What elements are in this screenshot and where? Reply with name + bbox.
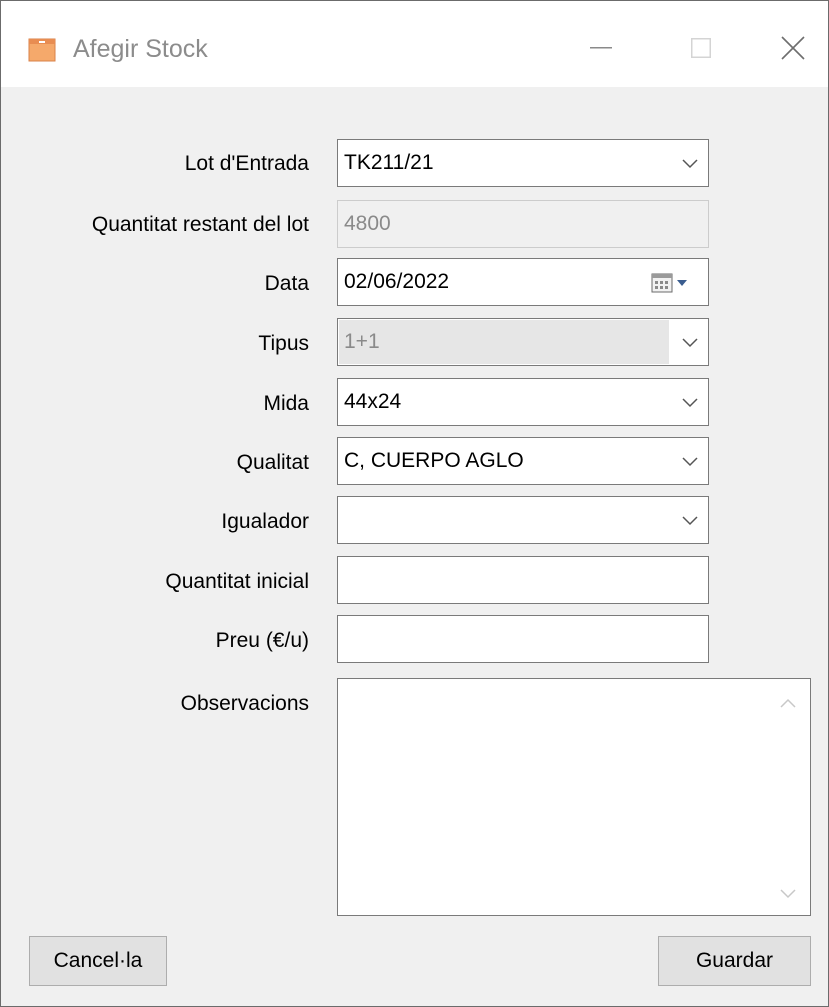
close-button[interactable] xyxy=(763,23,823,73)
observacions-label: Observacions xyxy=(180,692,309,715)
tipus-label: Tipus xyxy=(258,332,309,355)
scroll-down-icon[interactable] xyxy=(780,887,796,899)
minimize-button[interactable] xyxy=(571,23,631,73)
preu-input[interactable] xyxy=(337,615,709,663)
cancel-button[interactable]: Cancel·la xyxy=(29,936,167,986)
title-bar[interactable]: Afegir Stock xyxy=(1,1,828,87)
calendar-icon[interactable] xyxy=(650,273,694,293)
igualador-label: Igualador xyxy=(221,510,309,533)
qualitat-value: C, CUERPO AGLO xyxy=(344,449,524,472)
close-icon xyxy=(781,36,805,60)
preu-label: Preu (€/u) xyxy=(215,629,309,652)
chevron-down-icon xyxy=(682,338,698,348)
quantitat-inicial-input[interactable] xyxy=(337,556,709,604)
scroll-up-icon[interactable] xyxy=(780,697,796,709)
data-label: Data xyxy=(264,272,309,295)
chevron-down-icon xyxy=(682,159,698,169)
minimize-icon xyxy=(590,47,612,49)
tipus-select[interactable]: 1+1 xyxy=(337,318,709,366)
data-value: 02/06/2022 xyxy=(344,270,450,293)
mida-value: 44x24 xyxy=(344,390,402,413)
maximize-icon xyxy=(691,38,711,58)
observacions-textarea[interactable] xyxy=(337,678,811,916)
tipus-disabled-area xyxy=(339,320,669,364)
save-button[interactable]: Guardar xyxy=(658,936,811,986)
tipus-value: 1+1 xyxy=(344,330,380,353)
lot-entrada-label: Lot d'Entrada xyxy=(184,152,309,175)
quantitat-restant-field: 4800 xyxy=(337,200,709,248)
qualitat-label: Qualitat xyxy=(236,451,309,474)
chevron-down-icon xyxy=(682,516,698,526)
dialog-window: Afegir Stock Lot d'Entrada TK211/21 Quan… xyxy=(0,0,829,1007)
quantitat-inicial-label: Quantitat inicial xyxy=(165,570,309,593)
chevron-down-icon xyxy=(682,398,698,408)
mida-label: Mida xyxy=(263,392,309,415)
quantitat-restant-label: Quantitat restant del lot xyxy=(91,213,309,236)
lot-entrada-value: TK211/21 xyxy=(344,151,434,174)
maximize-button[interactable] xyxy=(671,23,731,73)
lot-entrada-select[interactable]: TK211/21 xyxy=(337,139,709,187)
quantitat-restant-value: 4800 xyxy=(344,212,391,235)
chevron-down-icon xyxy=(682,457,698,467)
window-title: Afegir Stock xyxy=(73,35,208,63)
date-picker[interactable]: 02/06/2022 xyxy=(337,258,709,306)
mida-select[interactable]: 44x24 xyxy=(337,378,709,426)
box-icon xyxy=(28,35,56,63)
qualitat-select[interactable]: C, CUERPO AGLO xyxy=(337,437,709,485)
igualador-select[interactable] xyxy=(337,496,709,544)
